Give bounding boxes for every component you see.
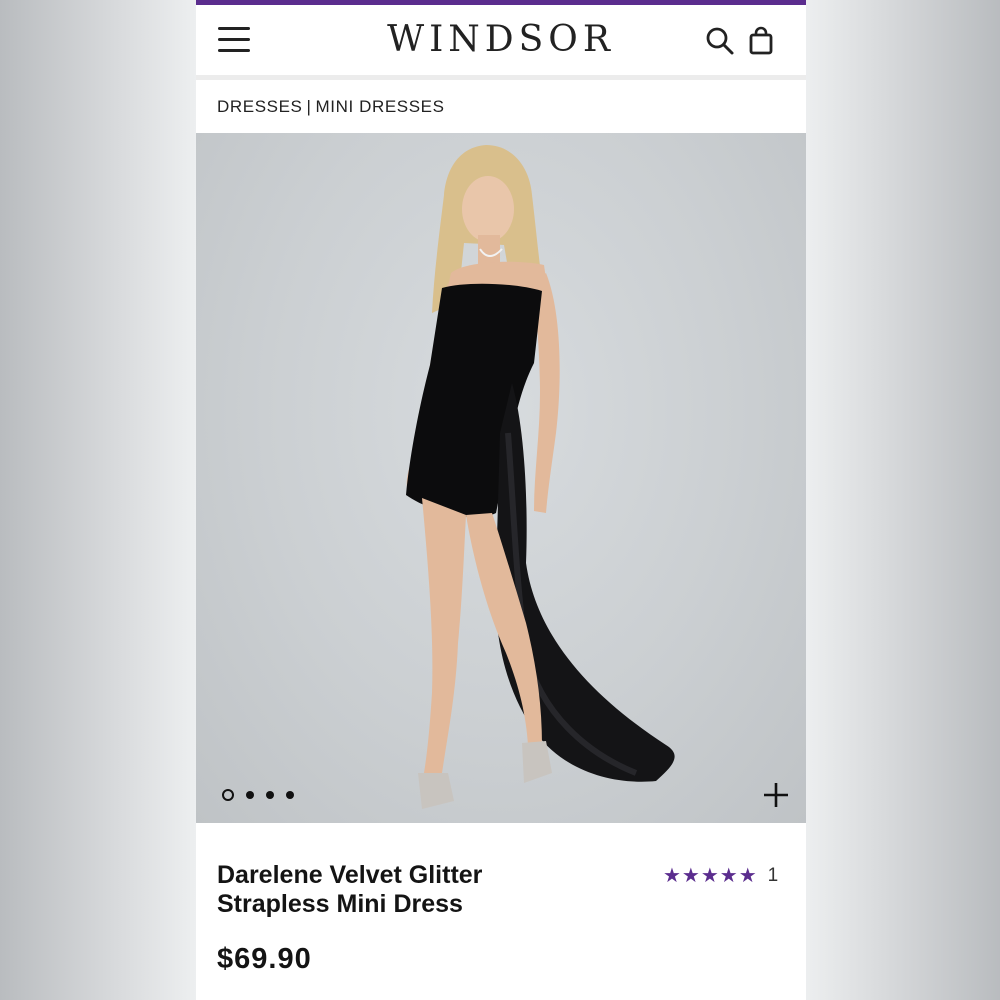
product-image-gallery[interactable] xyxy=(196,133,806,823)
breadcrumb: DRESSES | MINI DRESSES xyxy=(196,80,806,133)
plus-icon[interactable] xyxy=(762,781,790,809)
mobile-page: WINDSOR DRESSES | MINI DRESSES Darelene … xyxy=(196,0,806,1000)
site-header: WINDSOR xyxy=(196,5,806,80)
gallery-dot-2[interactable] xyxy=(246,791,254,799)
review-count: 1 xyxy=(767,864,779,886)
breadcrumb-mini-dresses[interactable]: MINI DRESSES xyxy=(315,97,444,116)
product-title: Darelene Velvet Glitter Strapless Mini D… xyxy=(217,861,483,918)
star-rating-icon: ★★★★★ xyxy=(663,865,758,887)
gallery-dot-1[interactable] xyxy=(222,789,234,801)
product-price: $69.90 xyxy=(217,943,312,975)
breadcrumb-dresses[interactable]: DRESSES xyxy=(217,97,302,116)
shopping-bag-icon[interactable] xyxy=(746,25,778,57)
product-rating[interactable]: ★★★★★ 1 xyxy=(663,863,778,888)
search-icon[interactable] xyxy=(704,25,736,57)
gallery-pagination xyxy=(222,789,294,801)
gallery-dot-3[interactable] xyxy=(266,791,274,799)
breadcrumb-separator: | xyxy=(306,97,312,116)
gallery-dot-4[interactable] xyxy=(286,791,294,799)
product-photo xyxy=(406,145,675,809)
product-info: Darelene Velvet Glitter Strapless Mini D… xyxy=(196,823,806,1000)
